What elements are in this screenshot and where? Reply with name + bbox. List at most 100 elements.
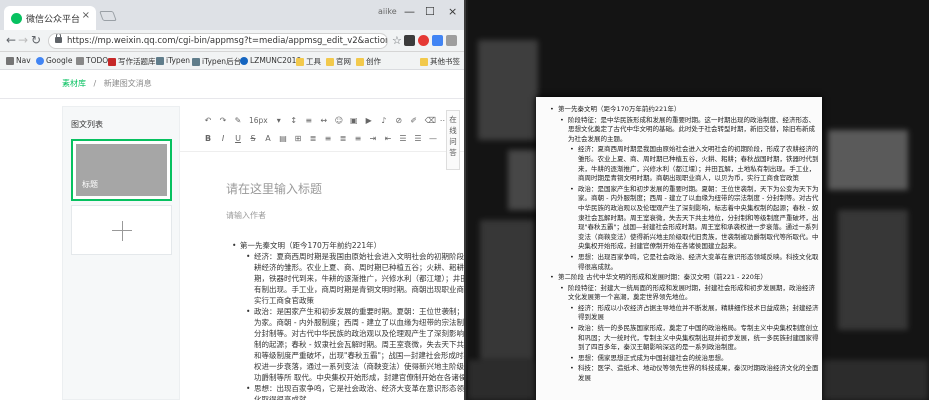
ordered-list-icon[interactable]: ☰ bbox=[399, 134, 407, 143]
article-card[interactable]: 标题 bbox=[71, 139, 172, 201]
editor-list-item: 第一先秦文明（距今170万年前约221年） bbox=[226, 240, 464, 251]
bookmark-writing[interactable]: 写作活题库 bbox=[108, 56, 156, 67]
outdent-icon[interactable]: ⇤ bbox=[384, 134, 392, 143]
url-text: https://mp.weixin.qq.com/cgi-bin/appmsg?… bbox=[67, 36, 387, 46]
emoji-icon[interactable]: ☺ bbox=[335, 116, 343, 125]
editor-text-line: 化取得很高成就。 bbox=[254, 395, 314, 400]
brush-icon[interactable]: ✐ bbox=[410, 116, 418, 125]
align-center-icon[interactable]: ≡ bbox=[324, 134, 332, 143]
redo-icon[interactable]: ↷ bbox=[219, 116, 227, 125]
title-bar: 微信公众平台 × aiike — ☐ × bbox=[0, 0, 464, 30]
bookmark-google[interactable]: Google bbox=[36, 56, 72, 65]
page-icon bbox=[156, 56, 164, 65]
minimize-button[interactable]: — bbox=[404, 5, 415, 18]
undo-icon[interactable]: ↶ bbox=[204, 116, 212, 125]
author-input[interactable]: 请输入作者 bbox=[226, 210, 266, 221]
bookmark-folder-tools[interactable]: 工具 bbox=[296, 56, 321, 67]
editor-body[interactable]: 第一先秦文明（距今170万年前约221年）经济：夏商西周时期是我国由原始社会进入… bbox=[226, 240, 466, 400]
translate-extension-icon[interactable] bbox=[432, 35, 443, 46]
bold-icon[interactable]: B bbox=[204, 134, 212, 143]
audio-icon[interactable]: ♪ bbox=[380, 116, 388, 125]
maximize-button[interactable]: ☐ bbox=[425, 5, 435, 18]
bookmarks-bar: Nav Google TODO 写作活题库 iTypen iTypen后台 LZ… bbox=[0, 52, 464, 70]
globe-icon bbox=[240, 56, 248, 65]
breadcrumb-material-library[interactable]: 素材库 bbox=[62, 79, 86, 88]
bookmark-nav[interactable]: Nav bbox=[6, 56, 31, 65]
extension-icon[interactable] bbox=[404, 35, 415, 46]
tab-close-icon[interactable]: × bbox=[82, 10, 90, 21]
editor-toolbar: ↶ ↷ ✎ 16px ▾ ↕ ≡ ↔ ☺ ▣ ▶ ♪ ⊘ ✐ ⌫ ⋯ B I U… bbox=[180, 106, 464, 152]
close-window-button[interactable]: × bbox=[448, 5, 457, 18]
justify-icon[interactable]: ≡ bbox=[354, 134, 362, 143]
font-size-select[interactable]: 16px bbox=[249, 116, 268, 125]
lock-icon bbox=[55, 34, 62, 43]
document-list-item: 第一先秦文明（距今170万年前约221年） bbox=[548, 105, 820, 115]
header-divider bbox=[0, 98, 464, 99]
video-icon[interactable]: ▶ bbox=[365, 116, 373, 125]
blurred-window bbox=[828, 130, 908, 190]
editor-text-line: 权进一步衰落，通过一系列变法（商鞅变法）使得新兴地主阶级、世袭 bbox=[254, 362, 466, 371]
bookmark-lzmunc[interactable]: LZMUNC2019 bbox=[240, 56, 301, 65]
background-color-icon[interactable]: ▤ bbox=[279, 134, 287, 143]
document-list-item: 阶段特征：封建大一统局面的形成和发展时期，封建社会形成和初步发展期，政治经济文化… bbox=[548, 284, 820, 303]
bookmark-itypen[interactable]: iTypen bbox=[156, 56, 190, 65]
editor-list-item: 政治：是国家产生和初步发展的重要时期。夏朝：王位世袭制；天下为 bbox=[226, 306, 464, 317]
forward-arrow-icon[interactable]: → bbox=[18, 33, 28, 47]
back-arrow-icon[interactable]: ← bbox=[6, 33, 16, 47]
article-title-input[interactable]: 请在这里输入标题 bbox=[226, 180, 322, 197]
dropdown-caret-icon[interactable]: ▾ bbox=[275, 116, 283, 125]
page-icon bbox=[76, 56, 84, 65]
wechat-favicon-icon bbox=[11, 13, 22, 24]
document-window: 第一先秦文明（距今170万年前约221年）阶段特征：是中华民族形成和发展的重要时… bbox=[536, 97, 822, 400]
format-painter-icon[interactable]: ✎ bbox=[234, 116, 242, 125]
new-tab-button[interactable] bbox=[99, 11, 117, 21]
online-qa-tab[interactable]: 在线问答 bbox=[446, 110, 460, 170]
bookmark-todo[interactable]: TODO bbox=[76, 56, 108, 65]
document-body: 第一先秦文明（距今170万年前约221年）阶段特征：是中华民族形成和发展的重要时… bbox=[548, 105, 820, 385]
folder-icon bbox=[296, 57, 304, 66]
clear-format-icon[interactable]: ⌫ bbox=[425, 116, 436, 125]
document-list-item: 经济：夏商西周时期是我国由原始社会进入文明社会的初期阶段，形成了农耕经济的雏形。… bbox=[548, 145, 820, 183]
reload-icon[interactable]: ↻ bbox=[31, 33, 41, 47]
breadcrumb: 素材库 / 新建图文消息 bbox=[62, 78, 152, 89]
blurred-window bbox=[838, 210, 908, 330]
strikethrough-icon[interactable]: S bbox=[249, 134, 257, 143]
breadcrumb-current: 新建图文消息 bbox=[103, 79, 152, 88]
paragraph-spacing-icon[interactable]: ↕ bbox=[290, 116, 298, 125]
browser-tab[interactable]: 微信公众平台 × bbox=[4, 6, 96, 30]
add-article-button[interactable] bbox=[71, 205, 172, 255]
align-left-icon[interactable]: ≣ bbox=[309, 134, 317, 143]
editor-text-line: 功爵制等所 取代。中央集权开始形成，封建官僚制开始在各诸侯国建立 bbox=[254, 373, 466, 382]
font-color-icon[interactable]: A bbox=[264, 134, 272, 143]
adblock-extension-icon[interactable] bbox=[418, 35, 429, 46]
editor-text-line: 期，铁器时代到来，牛耕的逐渐推广，兴修水利（都江堰）；井田瓦解 bbox=[254, 274, 466, 283]
indent-icon[interactable]: ⇥ bbox=[369, 134, 377, 143]
editor-text-line: 制的起源；春秋 - 奴隶社会瓦解时期。周王室衰微，失去天下共主地位 bbox=[254, 340, 466, 349]
divider-icon[interactable]: — bbox=[429, 134, 437, 143]
image-icon[interactable]: ▣ bbox=[350, 116, 358, 125]
document-list-item: 思想：儒家思想正式成为中国封建社会的统治思想。 bbox=[548, 354, 820, 364]
align-right-icon[interactable]: ≣ bbox=[339, 134, 347, 143]
bookmark-folder-other[interactable]: 其他书签 bbox=[420, 56, 460, 67]
editor-text-line: 和等级制度严重破坏，出现"春秋五霸"；战国—封建社会形成时期。周 bbox=[254, 351, 466, 360]
bullet-list-icon[interactable]: ☰ bbox=[414, 134, 422, 143]
folder-icon bbox=[326, 57, 334, 66]
document-list-item: 阶段特征：是中华民族形成和发展的重要时期。这一时期出现的政治制度、经济形态、思想… bbox=[548, 116, 820, 145]
menu-extension-icon[interactable] bbox=[446, 35, 457, 46]
document-list-item: 政治：是国家产生和初步发展的重要时期。夏朝：王位世袭制，天下为公变为天下为家。商… bbox=[548, 185, 820, 252]
link-icon[interactable]: ⊘ bbox=[395, 116, 403, 125]
table-icon[interactable]: ⊞ bbox=[294, 134, 302, 143]
address-bar[interactable]: https://mp.weixin.qq.com/cgi-bin/appmsg?… bbox=[48, 33, 388, 49]
page-icon bbox=[192, 57, 200, 66]
italic-icon[interactable]: I bbox=[219, 134, 227, 143]
document-list-item: 经济：形成以小农经济占据主导地位并不断发展，精耕细作技术日益成熟；封建经济得到发… bbox=[548, 304, 820, 323]
letter-spacing-icon[interactable]: ↔ bbox=[320, 116, 328, 125]
bookmark-star-icon[interactable]: ☆ bbox=[392, 34, 402, 47]
bookmark-folder-official[interactable]: 官网 bbox=[326, 56, 351, 67]
bookmark-itypen-admin[interactable]: iTypen后台 bbox=[192, 56, 241, 67]
underline-icon[interactable]: U bbox=[234, 134, 242, 143]
line-height-icon[interactable]: ≡ bbox=[305, 116, 313, 125]
profile-name[interactable]: aiike bbox=[378, 7, 397, 16]
folder-icon bbox=[356, 57, 364, 66]
bookmark-folder-create[interactable]: 创作 bbox=[356, 56, 381, 67]
